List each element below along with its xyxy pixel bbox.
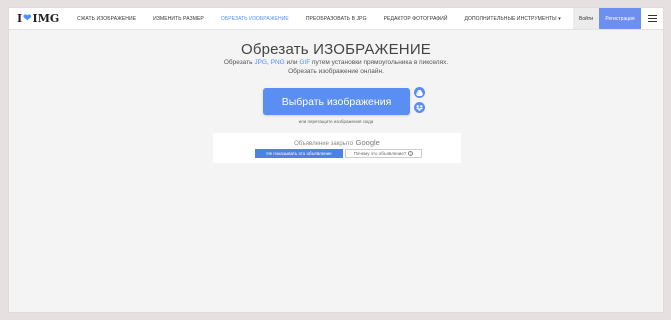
select-images-button[interactable]: Выбрать изображения <box>263 88 410 115</box>
nav-photo-editor[interactable]: Редактор фотографий <box>384 16 448 22</box>
heart-icon: ❤ <box>23 13 32 24</box>
format-jpg-link[interactable]: JPG <box>254 59 267 66</box>
info-icon: i <box>408 151 414 156</box>
ad-closed-text: Объявление закрыто <box>294 141 353 147</box>
subtitle-or: или <box>284 59 300 66</box>
google-label: Google <box>355 138 380 147</box>
logo-text: IMG <box>32 12 60 25</box>
logo[interactable]: I ❤ IMG <box>17 12 75 25</box>
register-button[interactable]: Регистрация <box>599 8 641 29</box>
nav-crop[interactable]: Обрезать ИЗОБРАЖЕНИЕ <box>221 16 289 22</box>
subtitle-prefix: Обрезать <box>223 59 255 66</box>
nav-more-tools[interactable]: Дополнительные инструменты ▾ <box>465 16 561 22</box>
format-png-link[interactable]: PNG <box>271 59 285 66</box>
why-this-ad-button[interactable]: Почему это объявление? i <box>345 149 422 158</box>
hamburger-menu-icon[interactable] <box>641 8 663 29</box>
subtitle-suffix: путем установки прямоугольника в пикселя… <box>310 59 449 66</box>
why-this-ad-label: Почему это объявление? <box>353 151 407 156</box>
nav-compress[interactable]: Сжать ИЗОБРАЖЕНИЕ <box>77 16 136 22</box>
nav-menu: Сжать ИЗОБРАЖЕНИЕ Изменить размер Обреза… <box>77 16 578 22</box>
nav-account: Войти Регистрация <box>573 8 663 29</box>
browser-frame: I ❤ IMG Сжать ИЗОБРАЖЕНИЕ Изменить разме… <box>8 7 664 313</box>
dropbox-icon[interactable] <box>414 102 425 113</box>
stop-seeing-ad-button[interactable]: Не показывать это объявление <box>255 149 343 158</box>
nav-convert-jpg[interactable]: Преобразовать в JPG <box>306 16 367 22</box>
subtitle-line-2: Обрезать изображение онлайн. <box>288 67 384 75</box>
logo-letter: I <box>17 12 23 25</box>
nav-resize[interactable]: Изменить размер <box>153 16 204 22</box>
page-subtitle: Обрезать JPG, PNG или GIF путем установк… <box>9 59 663 76</box>
ad-closed-label: Объявление закрыто Google <box>213 138 461 147</box>
login-button[interactable]: Войти <box>573 8 599 29</box>
page-title: Обрезать ИЗОБРАЖЕНИЕ <box>240 41 432 58</box>
subtitle-line-1: Обрезать JPG, PNG или GIF путем установк… <box>9 59 663 68</box>
drop-hint: или перетащите изображения сюда <box>298 119 374 124</box>
ad-closed-box: Объявление закрыто Google Не показывать … <box>213 133 461 163</box>
format-gif-link[interactable]: GIF <box>299 59 310 66</box>
top-navbar: I ❤ IMG Сжать ИЗОБРАЖЕНИЕ Изменить разме… <box>9 8 663 30</box>
google-drive-icon[interactable] <box>414 87 425 98</box>
